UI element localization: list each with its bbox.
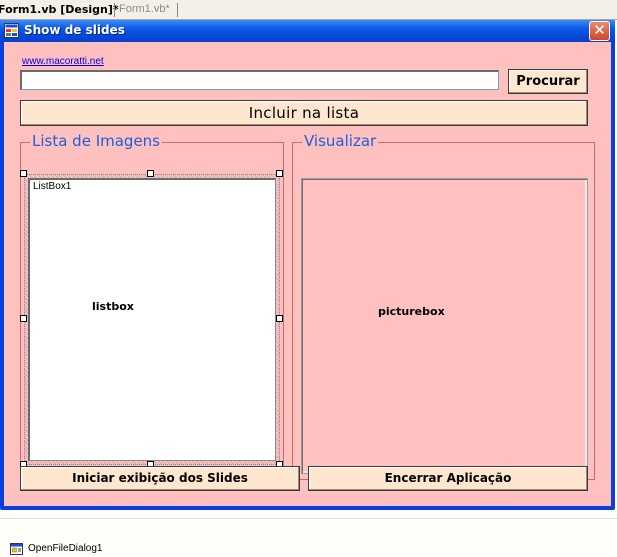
form-titlebar[interactable]: Show de slides ✕ xyxy=(0,20,615,42)
slide-picturebox[interactable]: picturebox xyxy=(301,178,588,474)
image-listbox[interactable]: ListBox1 listbox xyxy=(28,178,276,461)
list-item[interactable]: ListBox1 xyxy=(33,181,71,192)
listbox-caption: listbox xyxy=(92,300,134,313)
close-icon: ✕ xyxy=(593,21,606,39)
site-link[interactable]: www.macoratti.net xyxy=(22,56,104,67)
lista-imagens-title: Lista de Imagens xyxy=(30,132,162,150)
tab-form1-design[interactable]: Form1.vb [Design]* xyxy=(0,3,119,16)
iniciar-slides-button[interactable]: Iniciar exibição dos Slides xyxy=(20,466,300,491)
resize-handle-top[interactable] xyxy=(147,170,154,177)
resize-handle-left[interactable] xyxy=(20,315,27,322)
incluir-button[interactable]: Incluir na lista xyxy=(20,100,588,126)
procurar-button[interactable]: Procurar xyxy=(508,69,588,94)
path-textbox[interactable] xyxy=(20,70,499,90)
resize-handle-top-right[interactable] xyxy=(276,170,283,177)
visualizar-title: Visualizar xyxy=(302,132,379,150)
open-file-dialog-icon xyxy=(10,543,23,555)
resize-handle-top-left[interactable] xyxy=(20,170,27,177)
document-tabs: Form1.vb [Design]* Form1.vb* xyxy=(0,0,617,20)
form-window[interactable]: Show de slides ✕ www.macoratti.net Procu… xyxy=(0,20,615,510)
picturebox-caption: picturebox xyxy=(378,305,445,318)
encerrar-aplicacao-button[interactable]: Encerrar Aplicação xyxy=(308,466,588,491)
form-icon xyxy=(4,23,19,38)
resize-handle-right[interactable] xyxy=(276,315,283,322)
tab-separator xyxy=(177,3,178,17)
tab-form1-code[interactable]: Form1.vb* xyxy=(119,3,170,15)
form-client-area: www.macoratti.net Procurar Incluir na li… xyxy=(4,42,611,506)
close-button[interactable]: ✕ xyxy=(589,21,610,41)
tab-separator xyxy=(114,3,115,17)
component-tray: OpenFileDialog1 xyxy=(0,518,617,557)
form-title: Show de slides xyxy=(24,23,125,37)
tray-item-label: OpenFileDialog1 xyxy=(28,543,103,554)
